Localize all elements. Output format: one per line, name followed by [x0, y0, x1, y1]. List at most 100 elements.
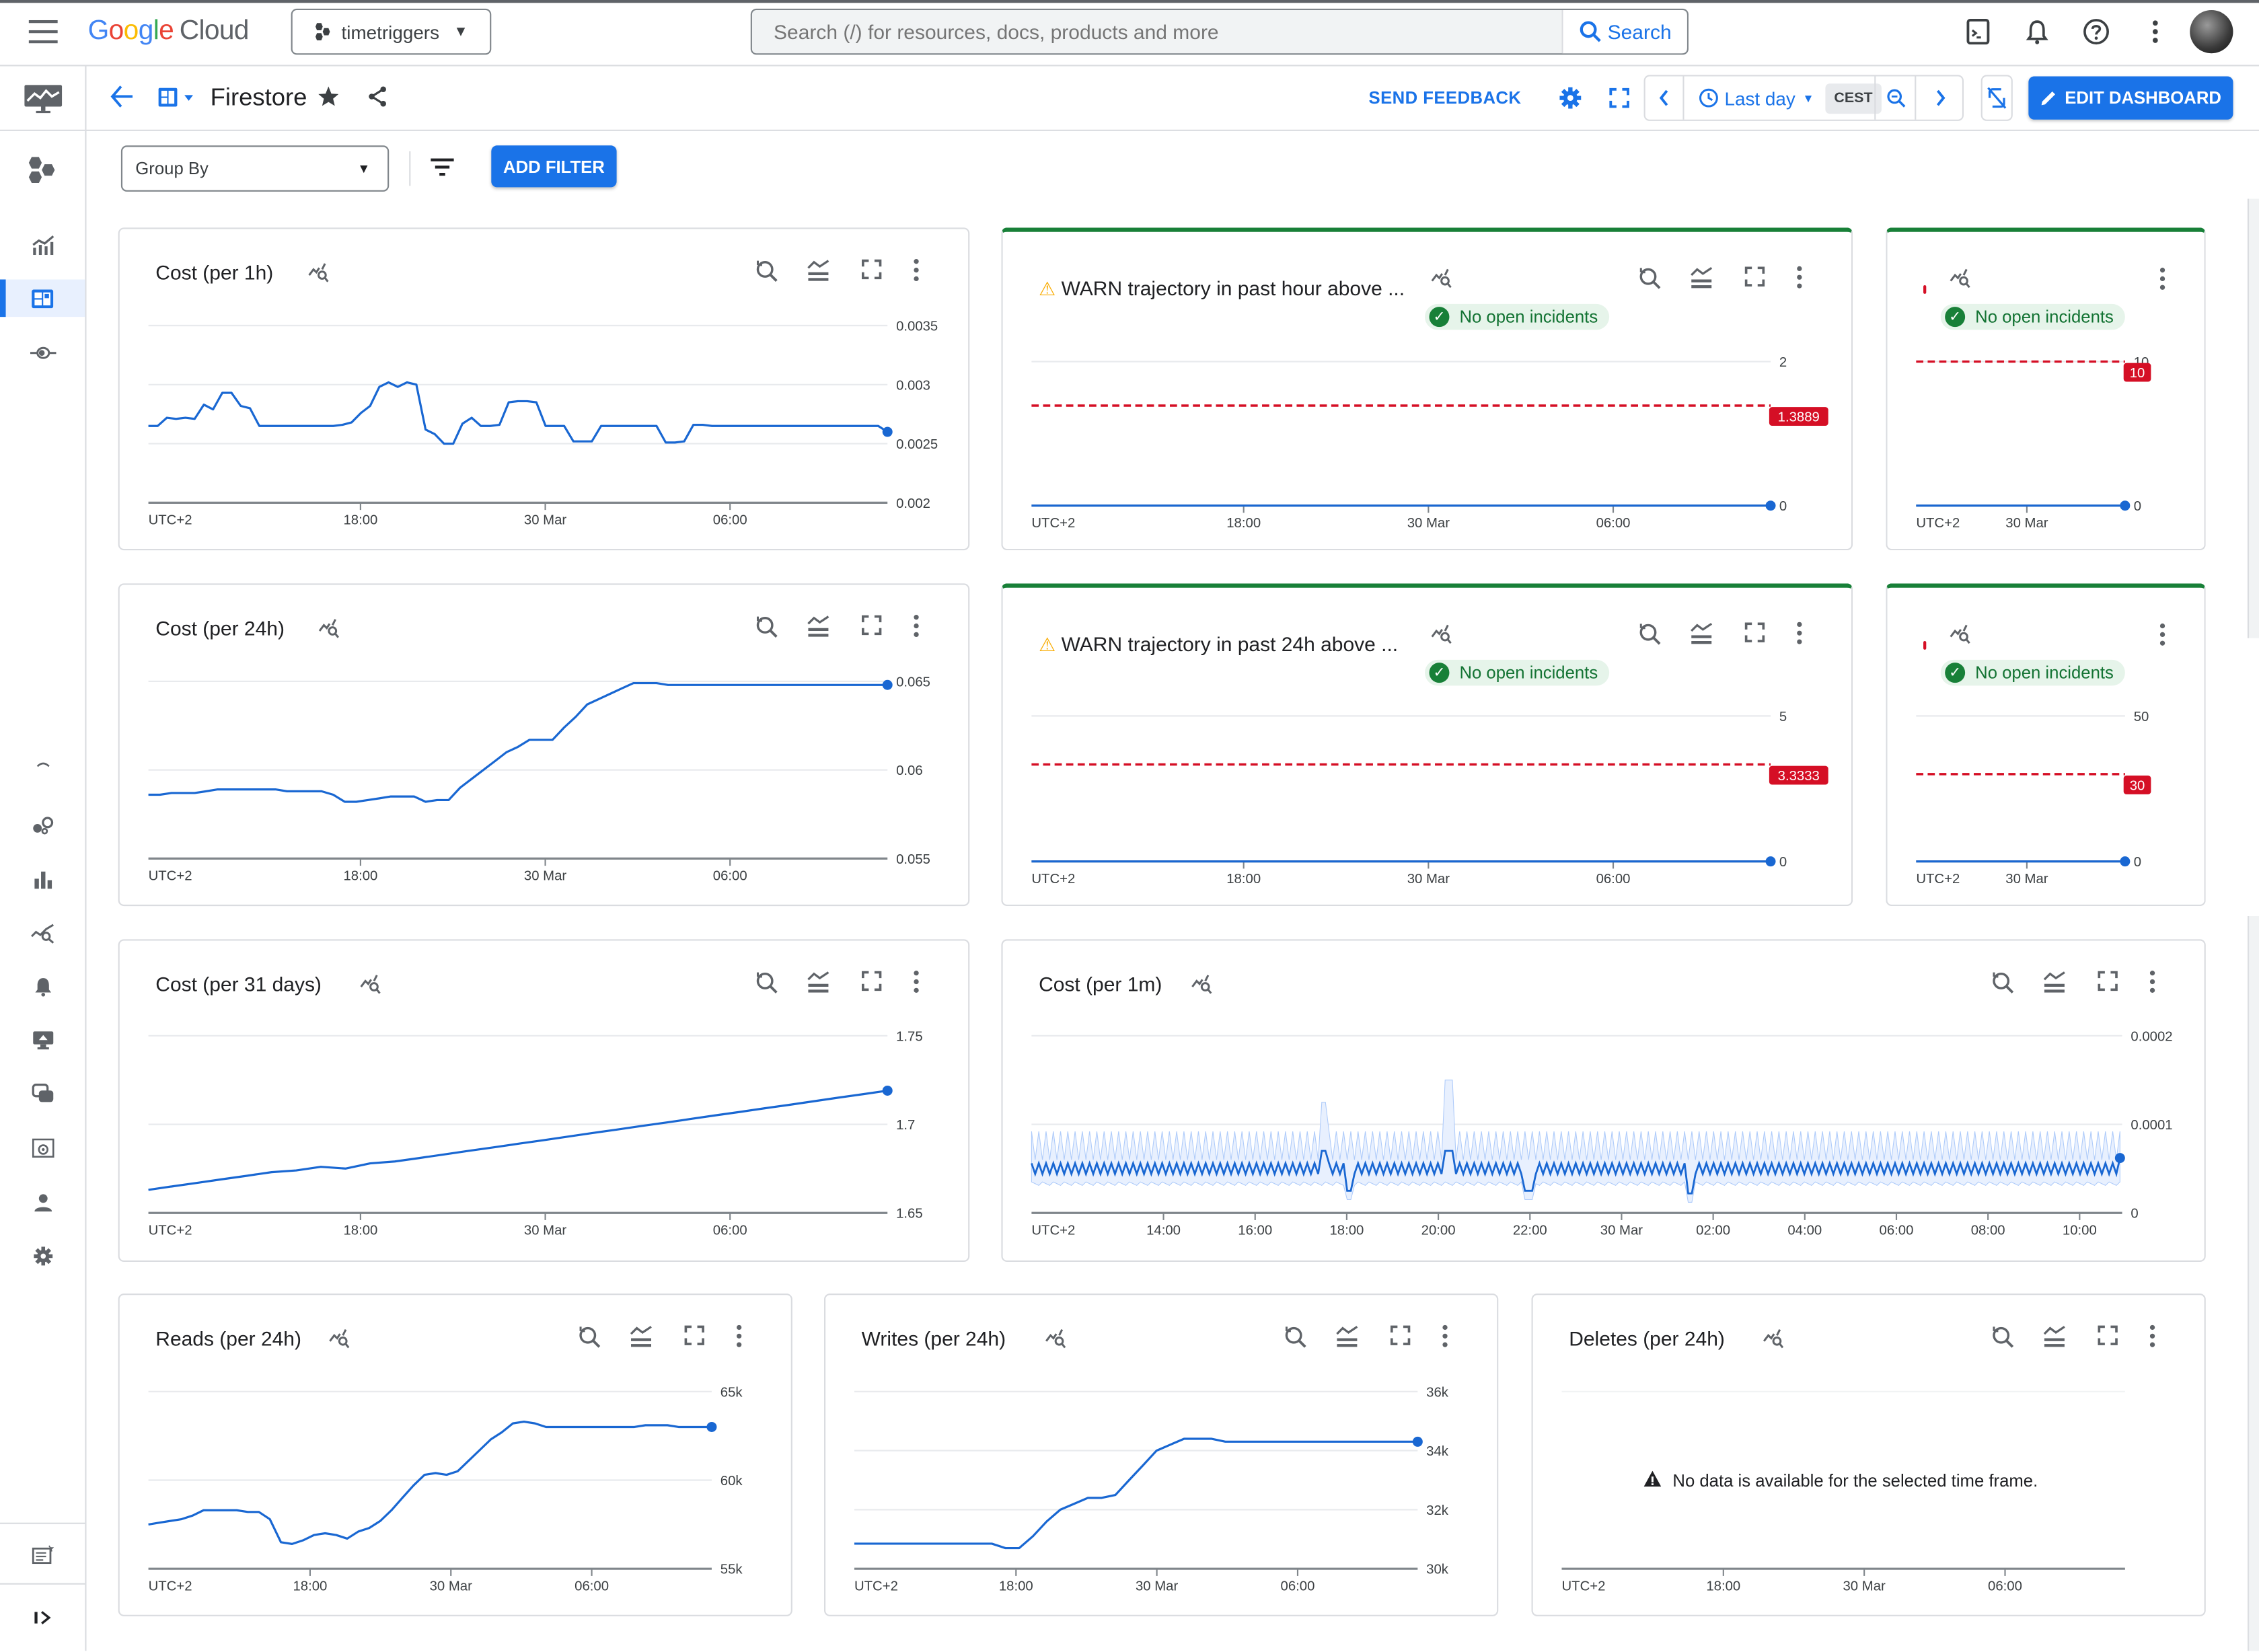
incident-status-chip[interactable]: ✓ No open incidents [1425, 303, 1610, 330]
explore-data-icon[interactable] [318, 619, 340, 638]
sidebar-item-services[interactable] [0, 806, 85, 844]
google-cloud-logo[interactable]: Google Cloud [88, 16, 250, 48]
sidebar-item-groups[interactable] [0, 1075, 85, 1113]
fullscreen-icon[interactable] [861, 615, 882, 636]
fullscreen-icon[interactable] [684, 1325, 704, 1345]
help-icon[interactable] [2082, 17, 2111, 46]
legend-toggle-icon[interactable] [2043, 1326, 2065, 1347]
more-options-icon[interactable] [2159, 267, 2165, 290]
sidebar-item-explore[interactable] [0, 915, 85, 952]
explore-data-icon[interactable] [360, 975, 381, 994]
scrollbar-thumb[interactable] [2247, 198, 2259, 638]
series-line[interactable] [148, 1089, 888, 1191]
reset-zoom-icon[interactable] [1639, 268, 1661, 289]
more-options-icon[interactable] [914, 615, 919, 638]
sidebar-item-settings[interactable] [0, 1238, 85, 1275]
series-line[interactable] [148, 1420, 712, 1545]
explore-data-icon[interactable] [1191, 975, 1212, 994]
reset-zoom-icon[interactable] [756, 260, 778, 282]
series-line[interactable] [854, 1437, 1418, 1550]
share-icon[interactable] [366, 85, 389, 108]
legend-toggle-icon[interactable] [1336, 1326, 1358, 1347]
main-menu-button[interactable] [28, 20, 58, 44]
sidebar-item-alerting[interactable] [0, 968, 85, 1006]
explore-data-icon[interactable] [1763, 1329, 1784, 1349]
sidebar-item-resources[interactable] [0, 151, 85, 189]
sidebar-item-release-notes[interactable] [0, 1536, 85, 1573]
more-options-icon[interactable] [2159, 623, 2165, 646]
more-options-icon[interactable] [1797, 266, 1802, 289]
fullscreen-icon[interactable] [1744, 622, 1765, 642]
sidebar-item-dashboards[interactable] [0, 279, 85, 317]
reset-zoom-icon[interactable] [1993, 972, 2014, 993]
scrollbar-track[interactable] [2247, 916, 2259, 1651]
filter-list-icon[interactable] [429, 157, 455, 177]
previous-period-button[interactable] [1645, 76, 1684, 120]
more-options-icon[interactable] [1442, 1324, 1448, 1347]
sidebar-item-profile[interactable] [0, 1184, 85, 1222]
explore-data-icon[interactable] [1431, 624, 1452, 644]
more-vert-icon[interactable] [2141, 17, 2170, 46]
sidebar-item-synthetic-monitoring[interactable] [0, 1129, 85, 1167]
edit-dashboard-button[interactable]: EDIT DASHBOARD [2028, 76, 2233, 120]
send-feedback-button[interactable]: SEND FEEDBACK [1369, 88, 1522, 108]
sidebar-item-logs-metrics[interactable] [0, 862, 85, 899]
incident-status-chip[interactable]: ✓ No open incidents [1940, 659, 2126, 686]
reset-zoom-icon[interactable] [579, 1326, 601, 1348]
legend-toggle-icon[interactable] [1691, 622, 1713, 644]
terminal-icon[interactable] [1964, 17, 1993, 46]
back-arrow-icon[interactable] [110, 83, 136, 110]
legend-toggle-icon[interactable] [807, 260, 829, 281]
more-options-icon[interactable] [914, 971, 919, 993]
legend-toggle-icon[interactable] [807, 971, 829, 993]
reset-zoom-icon[interactable] [1285, 1326, 1306, 1348]
project-picker[interactable]: timetriggers ▼ [291, 8, 492, 55]
next-period-button[interactable] [1915, 76, 1964, 120]
legend-toggle-icon[interactable] [2043, 971, 2065, 993]
legend-toggle-icon[interactable] [807, 615, 829, 637]
more-options-icon[interactable] [2149, 971, 2155, 993]
sidebar-item-uptime-checks[interactable] [0, 1021, 85, 1059]
expand-sidebar-button[interactable] [0, 1599, 85, 1637]
fullscreen-icon[interactable] [2098, 971, 2118, 991]
more-options-icon[interactable] [737, 1324, 742, 1347]
search-button[interactable]: Search [1561, 9, 1687, 54]
explore-data-icon[interactable] [1045, 1329, 1066, 1349]
explore-data-icon[interactable] [308, 263, 329, 283]
star-icon[interactable] [317, 85, 340, 108]
explore-data-icon[interactable] [1431, 268, 1452, 289]
explore-data-icon[interactable] [1950, 624, 1970, 644]
sidebar-collapse-section[interactable] [0, 746, 85, 784]
more-options-icon[interactable] [2149, 1324, 2155, 1347]
add-filter-button[interactable]: ADD FILTER [491, 145, 617, 188]
fullscreen-icon[interactable] [1608, 86, 1631, 109]
series-line[interactable] [148, 381, 889, 445]
group-by-select[interactable]: Group By ▼ [120, 145, 390, 192]
legend-toggle-icon[interactable] [630, 1326, 652, 1347]
settings-gear-icon[interactable] [1559, 86, 1582, 109]
reset-zoom-icon[interactable] [1639, 624, 1661, 645]
series-line[interactable] [148, 681, 888, 803]
fullscreen-icon[interactable] [861, 971, 882, 991]
account-avatar[interactable] [2190, 9, 2233, 54]
monitoring-product-icon[interactable] [23, 83, 63, 115]
reset-zoom-icon[interactable] [756, 616, 778, 638]
sidebar-item-metrics-explorer[interactable] [0, 226, 85, 264]
explore-data-icon[interactable] [329, 1329, 350, 1349]
fullscreen-icon[interactable] [2098, 1325, 2118, 1345]
search-input[interactable] [751, 9, 1562, 54]
explore-data-icon[interactable] [1950, 268, 1970, 289]
sidebar-item-integrations[interactable] [0, 334, 85, 372]
dashboard-type-picker[interactable] [158, 87, 199, 116]
reset-zoom-icon[interactable] [1993, 1326, 2014, 1348]
incident-status-chip[interactable]: ✓ No open incidents [1940, 303, 2126, 330]
more-options-icon[interactable] [1797, 622, 1802, 644]
reset-zoom-icon[interactable] [756, 972, 778, 993]
fullscreen-icon[interactable] [1744, 266, 1765, 287]
more-options-icon[interactable] [914, 259, 919, 282]
incident-status-chip[interactable]: ✓ No open incidents [1425, 659, 1610, 686]
sync-crosshair-toggle[interactable] [1980, 75, 2013, 121]
zoom-out-button[interactable] [1874, 76, 1915, 120]
fullscreen-icon[interactable] [861, 259, 882, 280]
notifications-bell-icon[interactable] [2023, 17, 2052, 46]
